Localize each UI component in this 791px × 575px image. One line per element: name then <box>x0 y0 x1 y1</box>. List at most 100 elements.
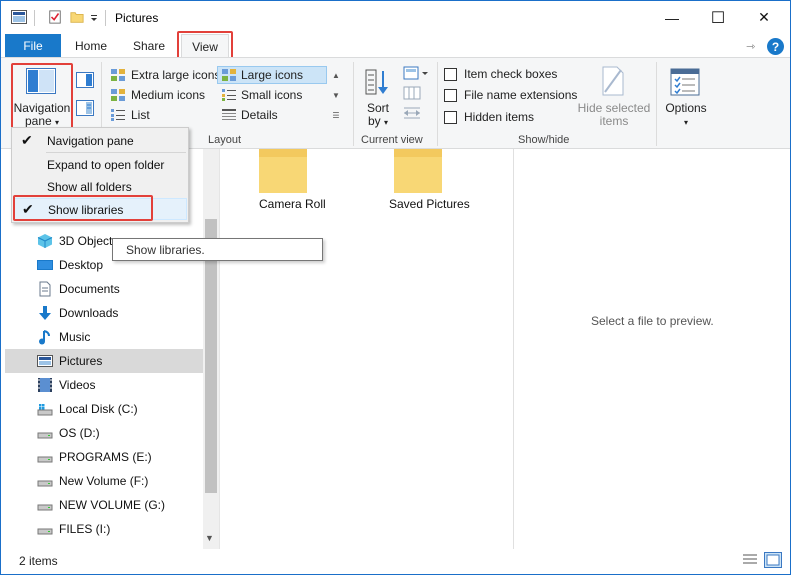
file-name-extensions-label[interactable]: File name extensions <box>464 88 577 102</box>
expand-ribbon-icon[interactable]: ⇾ <box>746 40 755 53</box>
window-icon[interactable] <box>11 10 27 24</box>
menu-item-navigation-pane[interactable]: ✔ Navigation pane <box>13 130 187 152</box>
hide-selected-items-button[interactable]: Hide selected items <box>577 64 651 130</box>
desktop-icon <box>37 260 53 270</box>
nav-item-new-volume-g[interactable]: NEW VOLUME (G:) <box>5 493 203 517</box>
layout-gallery-scroll[interactable]: ▲ ▼ ☰ <box>329 66 343 126</box>
nav-item-pictures[interactable]: Pictures <box>5 349 203 373</box>
hidden-items-label[interactable]: Hidden items <box>464 110 534 124</box>
3d-objects-icon <box>37 234 53 248</box>
check-icon: ✔ <box>21 132 33 148</box>
options-label: Options ▾ <box>665 101 707 128</box>
windows-drive-icon <box>37 404 53 416</box>
hide-selected-items-label: Hide selected items <box>577 101 651 128</box>
documents-icon <box>39 281 51 297</box>
music-icon <box>39 330 50 345</box>
camera-roll-label[interactable]: Camera Roll <box>259 197 326 211</box>
layout-label: List <box>131 108 150 122</box>
nav-item-downloads[interactable]: Downloads <box>5 301 203 325</box>
menu-item-label: Navigation pane <box>47 134 134 148</box>
nav-item-programs-e[interactable]: PROGRAMS (E:) <box>5 445 203 469</box>
view-tab-highlight <box>177 31 233 59</box>
extra-large-icons-icon <box>111 69 125 81</box>
tab-home[interactable]: Home <box>67 34 115 58</box>
nav-item-label: Desktop <box>59 258 104 272</box>
options-button[interactable]: Options ▾ <box>661 64 711 130</box>
nav-item-os-d[interactable]: OS (D:) <box>5 421 203 445</box>
preview-message: Select a file to preview. <box>591 314 714 328</box>
nav-item-new-volume-f[interactable]: New Volume (F:) <box>5 469 203 493</box>
title-bar: Pictures — ☐ ✕ <box>1 1 790 34</box>
nav-item-documents[interactable]: Documents <box>5 277 203 301</box>
drive-icon <box>37 480 53 487</box>
nav-item-label: Music <box>59 330 91 344</box>
layout-group-label: Layout <box>208 134 242 146</box>
properties-icon[interactable] <box>47 10 63 24</box>
layout-small-icons[interactable]: Small icons <box>217 86 327 104</box>
layout-label: Details <box>241 108 278 122</box>
explorer-window: Pictures — ☐ ✕ File Home Share View ⇾ ? … <box>0 0 791 575</box>
menu-item-expand-to-open-folder[interactable]: Expand to open folder <box>13 154 187 176</box>
item-count: 2 items <box>19 554 58 568</box>
add-columns-icon[interactable] <box>403 86 421 100</box>
title-separator-2 <box>105 10 106 26</box>
details-view-icon[interactable] <box>741 552 759 568</box>
navigation-pane-highlight <box>11 63 73 129</box>
details-pane-icon[interactable] <box>76 100 94 116</box>
item-check-boxes-checkbox[interactable] <box>444 68 457 81</box>
saved-pictures-folder-icon[interactable] <box>394 149 442 195</box>
details-icon <box>222 109 236 120</box>
nav-item-music[interactable]: Music <box>5 325 203 349</box>
nav-item-local-disk-c[interactable]: Local Disk (C:) <box>5 397 203 421</box>
close-button[interactable]: ✕ <box>741 1 787 34</box>
group-by-icon[interactable] <box>403 66 429 80</box>
size-columns-icon[interactable] <box>403 106 421 120</box>
menu-separator <box>46 152 186 153</box>
layout-list[interactable]: List <box>107 106 217 124</box>
layout-medium-icons[interactable]: Medium icons <box>107 86 217 104</box>
nav-item-label: Videos <box>59 378 96 392</box>
current-view-group-separator <box>437 62 438 146</box>
sort-by-button[interactable]: Sort by ▾ <box>361 66 395 132</box>
layout-details[interactable]: Details <box>217 106 327 124</box>
new-folder-icon[interactable] <box>69 10 85 24</box>
options-icon <box>670 68 700 96</box>
saved-pictures-label[interactable]: Saved Pictures <box>389 197 470 211</box>
help-button[interactable]: ? <box>767 38 784 55</box>
file-name-extensions-checkbox[interactable] <box>444 89 457 102</box>
drive-icon <box>37 432 53 439</box>
scroll-down-icon[interactable]: ▼ <box>205 533 214 543</box>
large-icons-view-icon[interactable] <box>764 552 782 568</box>
camera-roll-folder-icon[interactable] <box>259 149 307 195</box>
list-icon <box>111 109 125 121</box>
maximize-button[interactable]: ☐ <box>695 1 741 34</box>
large-icons-icon <box>222 69 236 81</box>
layout-large-icons[interactable]: Large icons <box>217 66 327 84</box>
status-bar: 2 items <box>1 549 790 574</box>
preview-pane-icon[interactable] <box>76 72 94 88</box>
tab-file[interactable]: File <box>5 34 61 58</box>
current-view-group-label: Current view <box>361 134 423 146</box>
window-title: Pictures <box>115 11 159 25</box>
nav-item-label: Pictures <box>59 354 103 368</box>
nav-item-label: Downloads <box>59 306 119 320</box>
hidden-items-checkbox[interactable] <box>444 111 457 124</box>
customize-toolbar-icon[interactable] <box>89 10 99 24</box>
small-icons-icon <box>222 89 236 101</box>
sort-by-label: Sort by ▾ <box>366 101 389 128</box>
pane-divider[interactable] <box>219 149 220 549</box>
menu-item-label: Show all folders <box>47 180 132 194</box>
layout-extra-large-icons[interactable]: Extra large icons <box>107 66 220 84</box>
minimize-button[interactable]: — <box>649 1 695 34</box>
item-check-boxes-label[interactable]: Item check boxes <box>464 67 557 81</box>
nav-item-videos[interactable]: Videos <box>5 373 203 397</box>
nav-item-label: OS (D:) <box>59 426 100 440</box>
drive-icon <box>37 528 53 535</box>
tab-share[interactable]: Share <box>125 34 173 58</box>
nav-item-files-i[interactable]: FILES (I:) <box>5 517 203 541</box>
title-separator <box>34 10 35 26</box>
hide-selected-items-icon <box>602 66 624 96</box>
preview-divider[interactable] <box>513 149 514 549</box>
nav-item-label: 3D Objects <box>59 234 119 248</box>
sort-by-icon <box>365 69 388 95</box>
